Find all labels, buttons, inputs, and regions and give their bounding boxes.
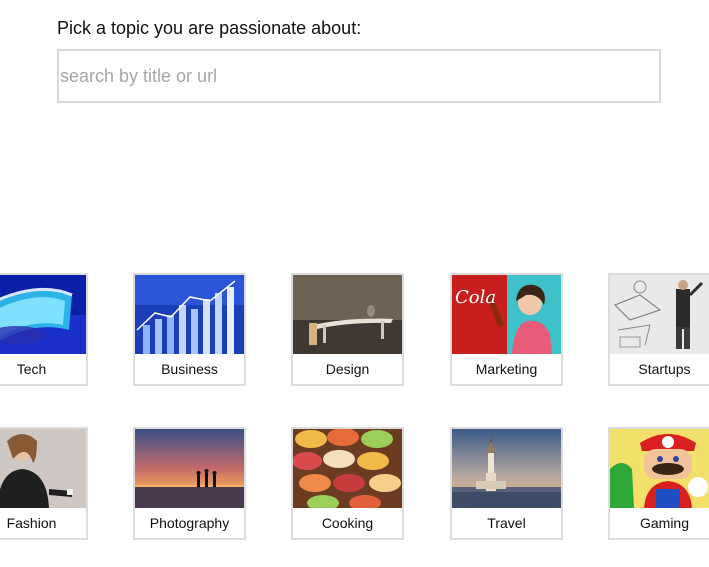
design-thumbnail — [293, 275, 402, 354]
topic-tile-design[interactable]: Design — [291, 273, 404, 386]
startups-thumbnail — [610, 275, 709, 354]
search-input[interactable] — [59, 51, 659, 101]
topic-tile-cooking[interactable]: Cooking — [291, 427, 404, 540]
topic-tile-photography[interactable]: Photography — [133, 427, 246, 540]
fashion-thumbnail — [0, 429, 86, 508]
tile-label: Business — [161, 361, 218, 377]
travel-thumbnail — [452, 429, 561, 508]
marketing-thumbnail: Cola — [452, 275, 561, 354]
tile-label: Cooking — [321, 515, 374, 531]
tile-label: Marketing — [475, 361, 538, 377]
search-box[interactable] — [57, 49, 661, 103]
tile-label: Tech — [16, 361, 47, 377]
topic-tile-tech[interactable]: Tech — [0, 273, 88, 386]
topic-tile-gaming[interactable]: Gaming — [608, 427, 709, 540]
topic-tile-startups[interactable]: Startups — [608, 273, 709, 386]
tile-label: Photography — [149, 515, 230, 531]
topic-tile-travel[interactable]: Travel — [450, 427, 563, 540]
tile-label: Design — [325, 361, 370, 377]
svg-text:Cola: Cola — [455, 287, 496, 308]
photography-thumbnail — [135, 429, 244, 508]
tile-label: Travel — [487, 515, 526, 531]
tile-label: Fashion — [6, 515, 57, 531]
topic-tile-fashion[interactable]: Fashion — [0, 427, 88, 540]
tech-thumbnail — [0, 275, 86, 354]
tile-label: Gaming — [639, 515, 690, 531]
business-thumbnail — [135, 275, 244, 354]
cooking-thumbnail — [293, 429, 402, 508]
topic-tile-marketing[interactable]: Cola Marketing — [450, 273, 563, 386]
topic-tile-business[interactable]: Business — [133, 273, 246, 386]
gaming-thumbnail — [610, 429, 709, 508]
tile-label: Startups — [638, 361, 691, 377]
topic-prompt: Pick a topic you are passionate about: — [57, 18, 362, 38]
